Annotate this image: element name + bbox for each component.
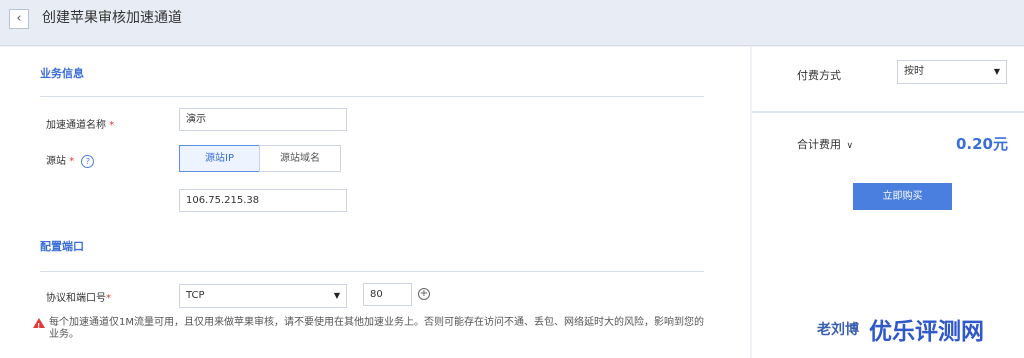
section-title-ports: 配置端口 — [40, 240, 84, 253]
source-label-text: 源站 — [46, 156, 66, 167]
watermark-logo: 优乐评测网 — [869, 319, 984, 345]
top-bar: ‹ 创建苹果审核加速通道 — [0, 0, 1024, 46]
panel-divider — [752, 111, 1024, 113]
section-divider — [40, 271, 704, 272]
total-price: 0.20元 — [955, 135, 1008, 153]
warning-icon: ! — [33, 318, 45, 330]
tab-source-ip[interactable]: 源站IP — [179, 145, 260, 172]
section-title-business: 业务信息 — [40, 67, 84, 80]
warning-message: ! 每个加速通道仅1M流量可用，且仅用来做苹果审核，请不要使用在其他加速业务上。… — [33, 317, 713, 341]
tab-source-domain[interactable]: 源站域名 — [259, 145, 341, 172]
source-ip-input[interactable]: 106.75.215.38 — [179, 189, 347, 212]
required-mark: * — [106, 293, 111, 304]
protocol-label-text: 协议和端口号 — [46, 293, 106, 304]
warning-text: 每个加速通道仅1M流量可用，且仅用来做苹果审核，请不要使用在其他加速业务上。否则… — [49, 317, 704, 340]
page-title: 创建苹果审核加速通道 — [42, 10, 182, 26]
buy-now-button[interactable]: 立即购买 — [853, 183, 952, 210]
protocol-select[interactable]: TCP ▼ — [179, 284, 347, 308]
chevron-down-icon: ∨ — [846, 141, 854, 151]
required-mark: * — [109, 120, 115, 131]
protocol-label: 协议和端口号* — [46, 289, 111, 304]
order-panel: 付费方式 按时 ▼ 合计费用 ∨ 0.20元 立即购买 老刘博 优乐评测网 — [752, 47, 1024, 358]
section-divider — [40, 96, 704, 97]
pay-method-label: 付费方式 — [797, 69, 841, 82]
total-cost-toggle[interactable]: 合计费用 ∨ — [797, 136, 853, 152]
back-button[interactable]: ‹ — [9, 9, 29, 29]
channel-name-label-text: 加速通道名称 — [46, 120, 106, 131]
caret-down-icon: ▼ — [333, 291, 340, 300]
add-port-icon[interactable]: + — [418, 288, 430, 300]
caret-down-icon: ▼ — [993, 67, 1000, 76]
channel-name-input[interactable]: 演示 — [179, 108, 347, 131]
port-input[interactable]: 80 — [363, 283, 412, 306]
protocol-select-value: TCP — [186, 290, 205, 301]
watermark-text: 老刘博 — [817, 322, 859, 338]
required-mark: * — [69, 156, 75, 167]
chevron-left-icon: ‹ — [16, 11, 22, 26]
pay-method-value: 按时 — [904, 66, 924, 77]
help-icon[interactable]: ? — [81, 154, 95, 168]
total-cost-label: 合计费用 — [797, 138, 841, 151]
source-label: 源站 * ? — [46, 152, 95, 168]
channel-name-label: 加速通道名称 * — [46, 116, 114, 131]
main-form: 业务信息 加速通道名称 * 演示 源站 * ? 源站IP 源站域名 106.75… — [0, 47, 750, 358]
pay-method-select[interactable]: 按时 ▼ — [897, 60, 1007, 84]
